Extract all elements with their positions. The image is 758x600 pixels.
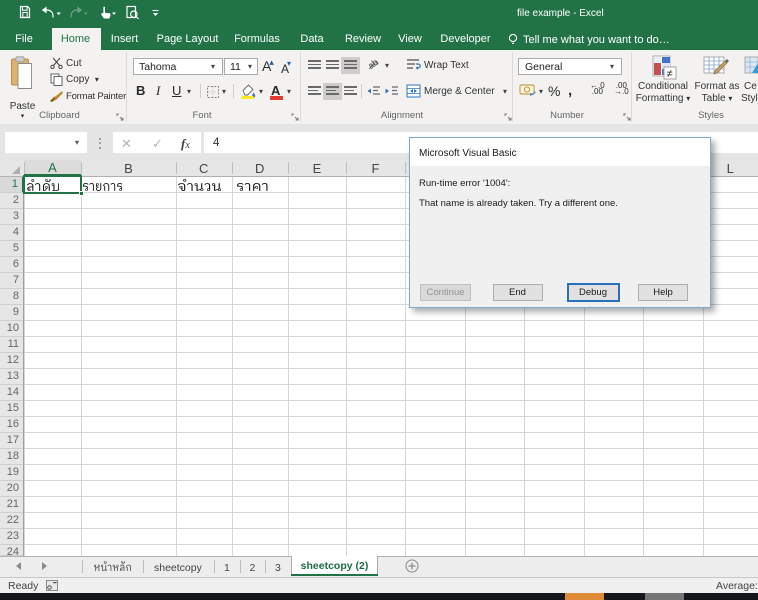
svg-text:≠: ≠ (667, 68, 673, 80)
